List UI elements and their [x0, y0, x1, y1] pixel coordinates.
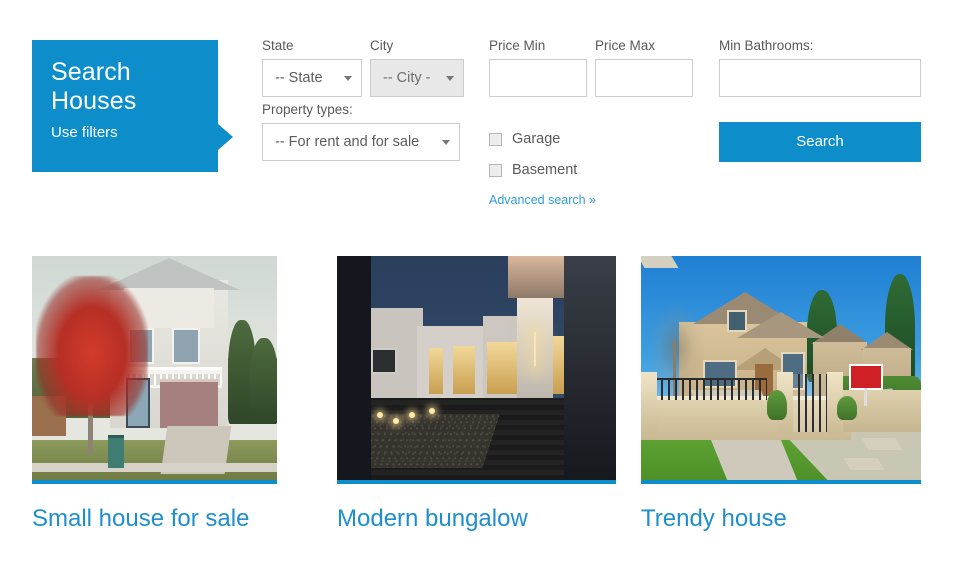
for-sale-sign: [849, 364, 883, 406]
listing-title[interactable]: Trendy house: [641, 505, 921, 533]
trash-bin: [108, 435, 124, 468]
price-min-input[interactable]: [489, 59, 587, 97]
listing-title[interactable]: Modern bungalow: [337, 505, 616, 533]
search-button[interactable]: Search: [719, 122, 921, 162]
price-min-label: Price Min: [489, 38, 546, 53]
listing-card: Small house for sale: [32, 256, 277, 533]
listing-thumbnail-small-house[interactable]: [32, 256, 277, 484]
property-types-label: Property types:: [262, 102, 353, 117]
listing-card: Modern bungalow: [337, 256, 616, 533]
shrub: [837, 396, 857, 420]
min-bathrooms-label: Min Bathrooms:: [719, 38, 814, 53]
property-types-select[interactable]: -- For rent and for sale: [262, 123, 460, 161]
shrub: [767, 390, 787, 420]
stepping-stone: [843, 458, 885, 470]
city-select-value: -- City -: [383, 70, 431, 86]
city-label: City: [370, 38, 394, 53]
state-select-value: -- State: [275, 70, 323, 86]
stepping-stone: [641, 256, 679, 268]
gravel-bed: [354, 414, 500, 468]
foreground-wall-right: [564, 256, 616, 480]
sidewalk: [32, 463, 277, 472]
state-select[interactable]: -- State: [262, 59, 362, 97]
price-max-input[interactable]: [595, 59, 693, 97]
price-max-label: Price Max: [595, 38, 656, 53]
search-panel-title-line2: Houses: [51, 87, 137, 115]
iron-gate: [791, 374, 827, 432]
city-select[interactable]: -- City -: [370, 59, 464, 97]
checkbox-row-basement[interactable]: Basement: [489, 162, 699, 178]
listing-thumbnail-modern-bungalow[interactable]: [337, 256, 616, 484]
garage-door: [160, 379, 218, 428]
conifer-tree: [250, 338, 277, 424]
window: [172, 328, 200, 364]
listing-card: Trendy house: [641, 256, 921, 533]
stepping-stone: [861, 438, 903, 450]
filter-form: State -- State City -- City - Property t…: [262, 38, 922, 218]
min-bathrooms-input[interactable]: [719, 59, 921, 97]
field-city: City -- City -: [370, 38, 464, 102]
ground-light: [393, 418, 399, 424]
checkbox-row-garage[interactable]: Garage: [489, 131, 699, 147]
state-label: State: [262, 38, 294, 53]
garage-checkbox[interactable]: [489, 132, 502, 146]
lit-window: [453, 346, 475, 394]
checkbox-group: Garage Basement: [489, 131, 699, 193]
search-panel-title-line1: Search: [51, 58, 131, 86]
lit-window: [487, 342, 517, 394]
iron-railing: [647, 378, 767, 400]
property-types-select-value: -- For rent and for sale: [275, 134, 420, 150]
listing-thumbnail-trendy-house[interactable]: [641, 256, 921, 484]
field-min-bathrooms: Min Bathrooms:: [719, 38, 921, 97]
lit-window: [429, 348, 443, 394]
lit-pier-wall: [517, 298, 553, 408]
chevron-down-icon: [344, 76, 352, 81]
garage-checkbox-label: Garage: [512, 131, 561, 147]
field-price-min: Price Min: [489, 38, 587, 97]
search-panel-subtitle: Use filters: [51, 124, 118, 141]
basement-checkbox-label: Basement: [512, 162, 578, 178]
field-price-max: Price Max: [595, 38, 693, 97]
chevron-down-icon: [442, 140, 450, 145]
ground-light: [409, 412, 415, 418]
field-state: State -- State: [262, 38, 362, 102]
basement-checkbox[interactable]: [489, 163, 502, 177]
ground-light: [429, 408, 435, 414]
search-panel: Search Houses Use filters: [32, 40, 233, 172]
chevron-down-icon: [446, 76, 454, 81]
listing-title[interactable]: Small house for sale: [32, 505, 277, 533]
field-property-types: Property types: -- For rent and for sale: [262, 102, 460, 166]
window: [371, 348, 397, 374]
dormer-window: [727, 310, 747, 332]
panel-arrow-pointer: [218, 124, 233, 150]
ground-light: [377, 412, 383, 418]
lawn: [32, 440, 277, 480]
foreground-wall-left: [337, 256, 371, 480]
house-roof: [737, 312, 825, 338]
gate-pillar: [641, 372, 657, 434]
advanced-search-link[interactable]: Advanced search »: [489, 193, 596, 207]
red-maple-tree: [36, 276, 148, 416]
